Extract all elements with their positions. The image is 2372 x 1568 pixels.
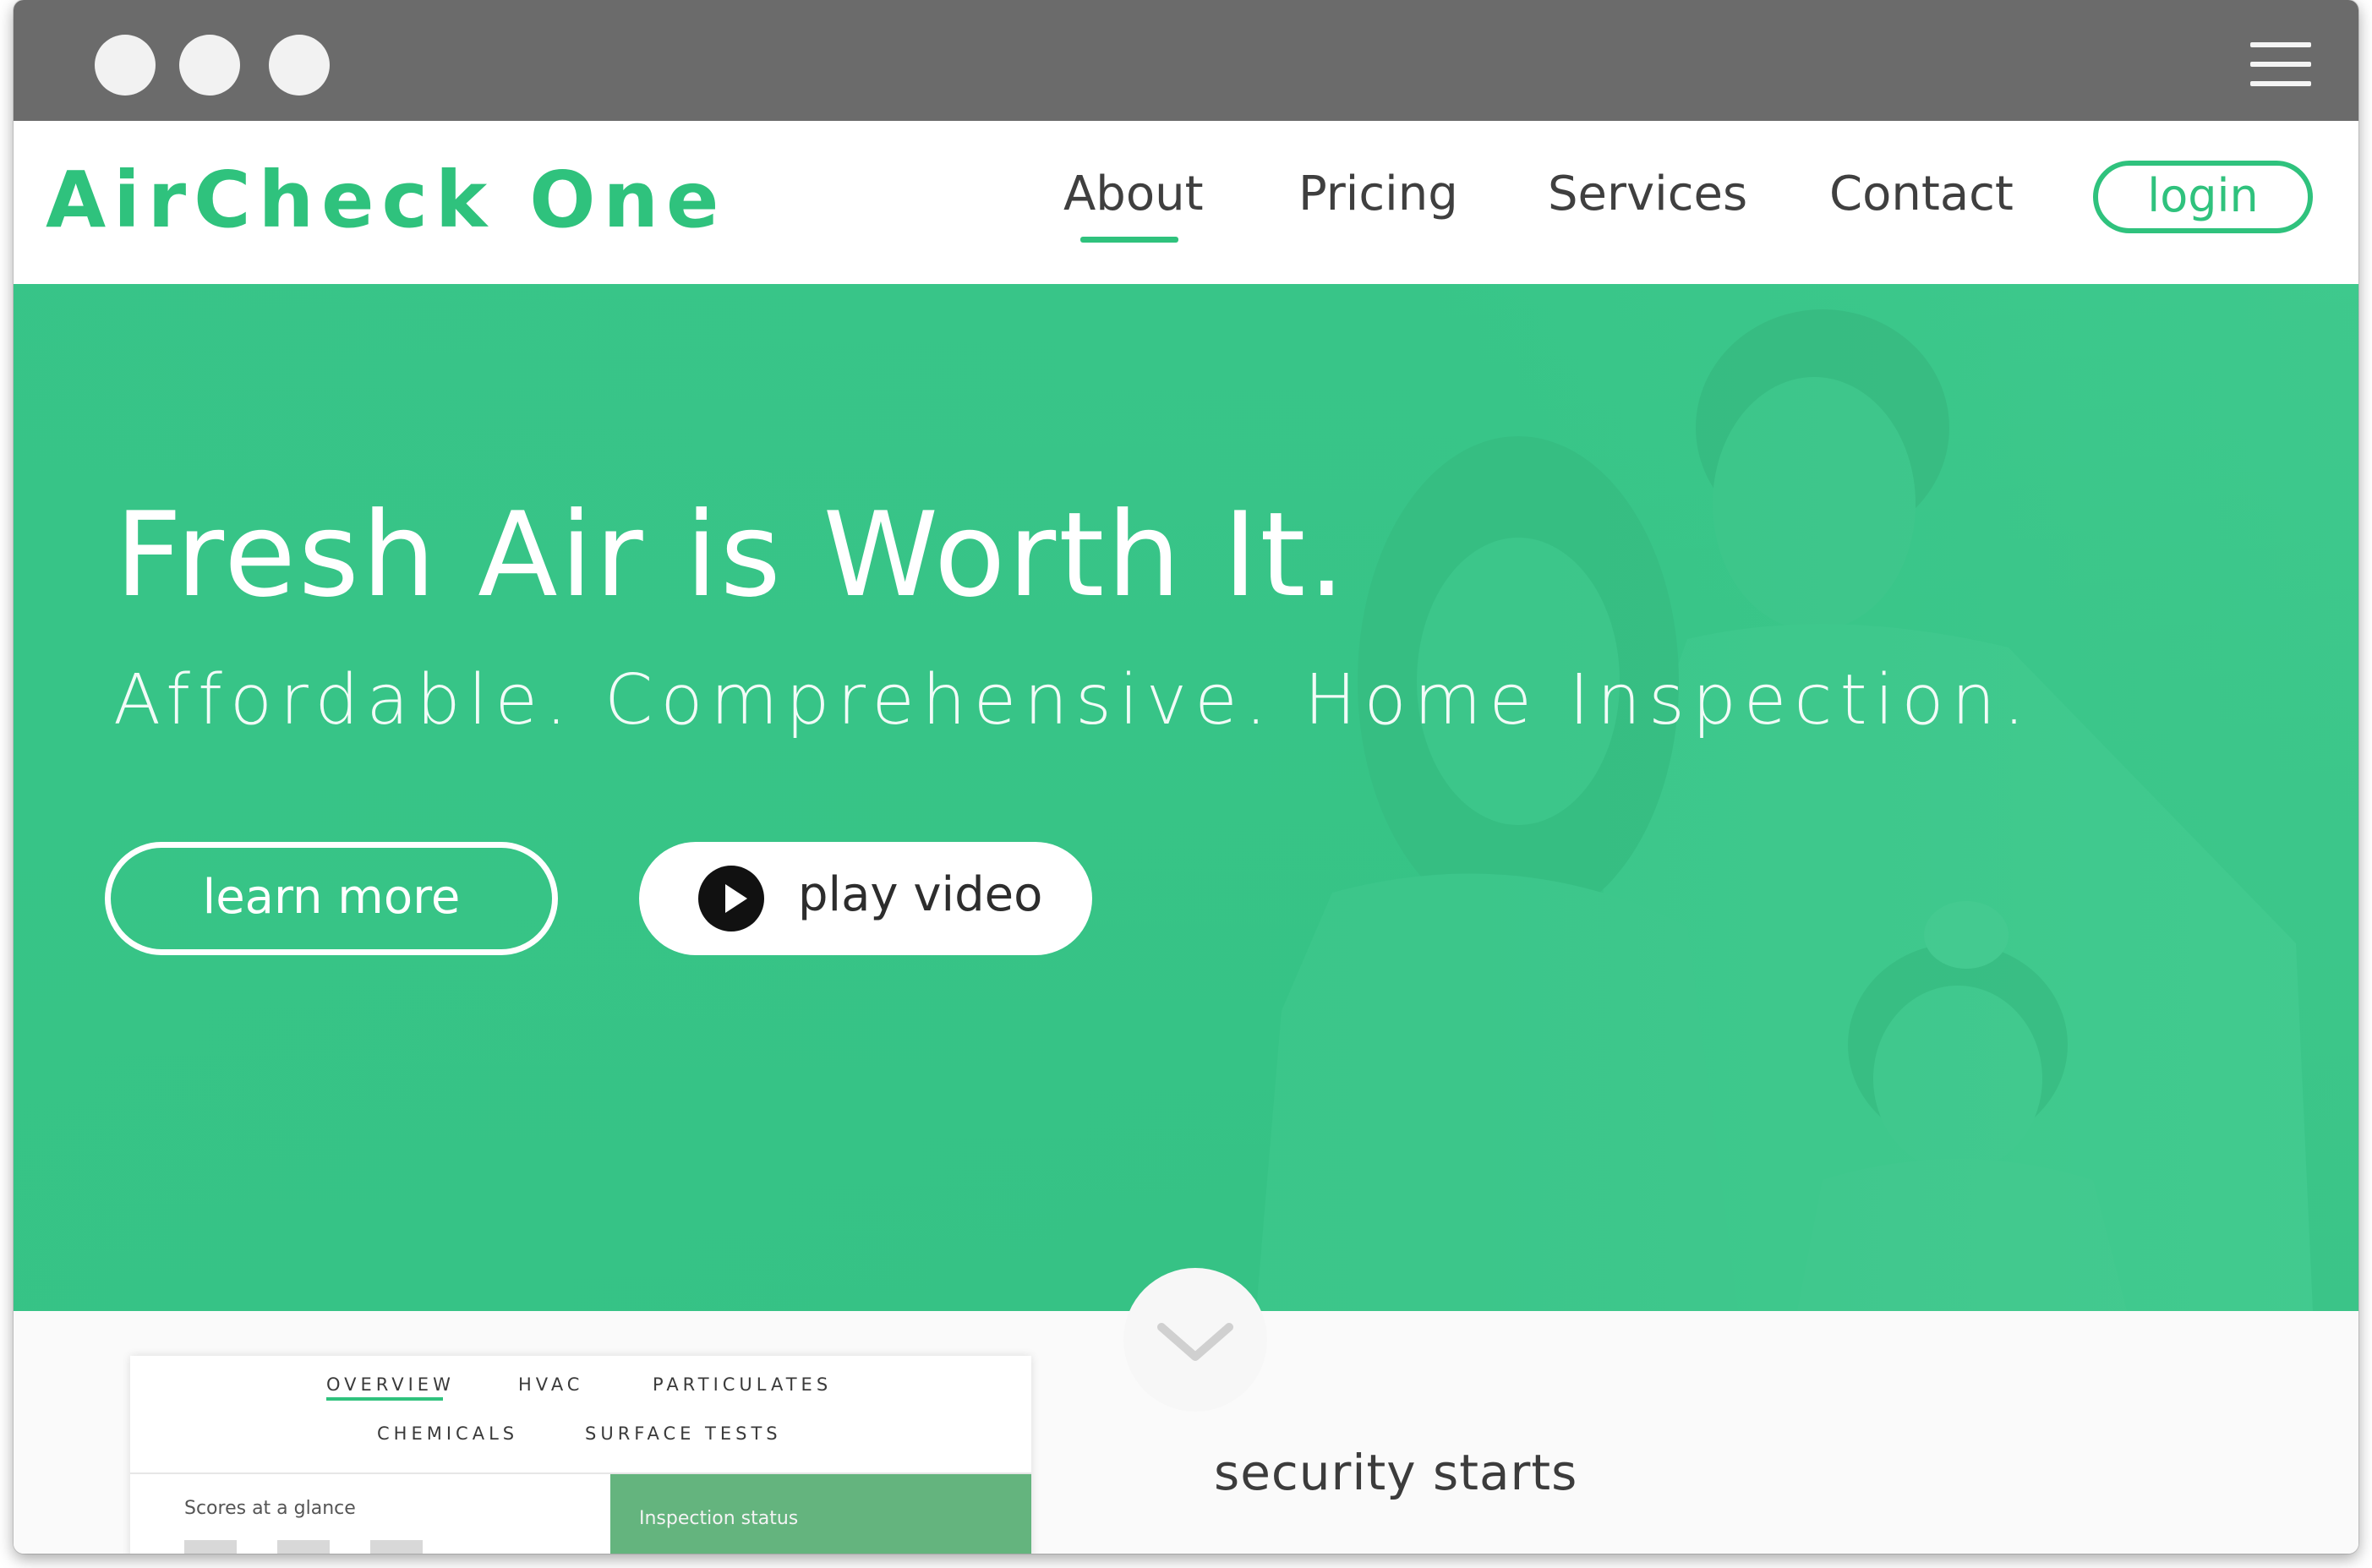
nav-contact[interactable]: Contact xyxy=(1829,167,2014,221)
play-video-label: play video xyxy=(798,867,1043,922)
tab-particulates[interactable]: PARTICULATES xyxy=(653,1374,832,1395)
browser-titlebar xyxy=(14,0,2358,121)
tab-hvac[interactable]: HVAC xyxy=(518,1374,583,1395)
nav-pricing[interactable]: Pricing xyxy=(1298,167,1458,221)
window-minimize-dot[interactable] xyxy=(179,35,240,96)
tab-chemicals[interactable]: CHEMICALS xyxy=(377,1423,518,1444)
play-icon xyxy=(698,866,764,932)
inspection-status-panel: Inspection status xyxy=(610,1474,1031,1554)
tab-surface-tests[interactable]: SURFACE TESTS xyxy=(585,1423,782,1444)
hero-subtitle: Affordable. Comprehensive. Home Inspecti… xyxy=(113,660,2033,740)
window-close-dot[interactable] xyxy=(95,35,156,96)
nav-about[interactable]: About xyxy=(1063,167,1204,221)
learn-more-button[interactable]: learn more xyxy=(105,842,558,955)
tab-active-indicator xyxy=(326,1397,443,1401)
hero-section: Fresh Air is Worth It. Affordable. Compr… xyxy=(14,284,2358,1311)
hamburger-menu-icon[interactable] xyxy=(2250,39,2311,90)
tab-overview[interactable]: OVERVIEW xyxy=(326,1374,455,1395)
score-bar xyxy=(184,1540,237,1554)
dashboard-preview: OVERVIEW HVAC PARTICULATES CHEMICALS SUR… xyxy=(130,1356,1031,1554)
login-button[interactable]: login xyxy=(2093,161,2313,233)
browser-window: AirCheck One About Pricing Services Cont… xyxy=(14,0,2358,1554)
scores-label: Scores at a glance xyxy=(184,1498,356,1519)
chevron-down-icon[interactable] xyxy=(1123,1268,1267,1412)
window-maximize-dot[interactable] xyxy=(269,35,330,96)
play-video-button[interactable]: play video xyxy=(639,842,1092,955)
score-bar xyxy=(370,1540,423,1554)
nav-active-indicator xyxy=(1080,237,1178,243)
inspection-status-label: Inspection status xyxy=(639,1508,799,1529)
site-logo[interactable]: AirCheck One xyxy=(46,155,726,245)
section-tagline: security starts xyxy=(1214,1444,1578,1501)
nav-services[interactable]: Services xyxy=(1548,167,1747,221)
score-bar xyxy=(277,1540,330,1554)
site-header: AirCheck One About Pricing Services Cont… xyxy=(14,121,2358,284)
hero-overlay xyxy=(14,284,2358,1311)
hero-title: Fresh Air is Worth It. xyxy=(115,487,1348,623)
